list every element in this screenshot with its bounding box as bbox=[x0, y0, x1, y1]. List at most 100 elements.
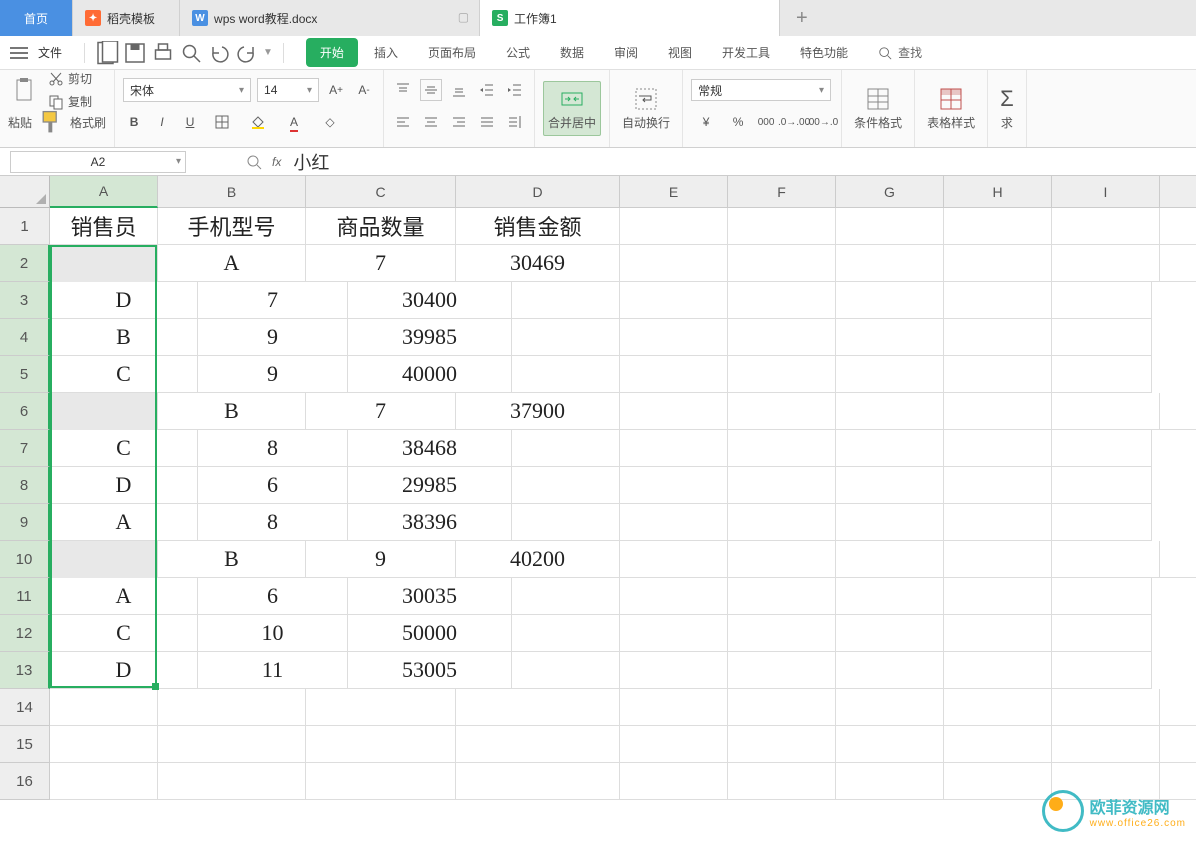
cell-J13[interactable] bbox=[1052, 652, 1152, 689]
fx-search-icon[interactable] bbox=[246, 154, 262, 170]
redo-icon[interactable] bbox=[235, 41, 259, 65]
col-header-H[interactable]: H bbox=[944, 176, 1052, 208]
cell-G10[interactable] bbox=[836, 541, 944, 578]
align-top-icon[interactable] bbox=[392, 79, 414, 101]
cell-C4[interactable]: 9 bbox=[198, 319, 348, 356]
decrease-font-icon[interactable]: A- bbox=[353, 79, 375, 101]
italic-icon[interactable]: I bbox=[151, 111, 173, 133]
new-doc-icon[interactable] bbox=[95, 41, 119, 65]
cell-J6[interactable] bbox=[1160, 393, 1196, 430]
cell-E2[interactable] bbox=[620, 245, 728, 282]
file-menu[interactable]: 文件 bbox=[38, 44, 62, 61]
col-header-A[interactable]: A bbox=[50, 176, 158, 208]
cell-H16[interactable] bbox=[944, 763, 1052, 800]
cell-H1[interactable] bbox=[944, 208, 1052, 245]
cell-D1[interactable]: 销售金额 bbox=[456, 208, 620, 245]
cell-E13[interactable] bbox=[512, 652, 620, 689]
increase-decimal-icon[interactable]: .0→.00 bbox=[783, 111, 805, 133]
cell-I1[interactable] bbox=[1052, 208, 1160, 245]
merge-center-button[interactable]: 合并居中 bbox=[543, 81, 601, 136]
tab-home[interactable]: 首页 bbox=[0, 0, 73, 36]
select-all-corner[interactable] bbox=[0, 176, 50, 208]
cell-B4[interactable]: B bbox=[50, 319, 198, 356]
cell-J5[interactable] bbox=[1052, 356, 1152, 393]
cell-E11[interactable] bbox=[512, 578, 620, 615]
sum-button[interactable]: Σ 求 bbox=[996, 82, 1018, 135]
cell-I15[interactable] bbox=[1052, 726, 1160, 763]
cell-B1[interactable]: 手机型号 bbox=[158, 208, 306, 245]
cell-E4[interactable] bbox=[512, 319, 620, 356]
currency-icon[interactable]: ¥ bbox=[691, 111, 721, 133]
justify-icon[interactable] bbox=[476, 111, 498, 133]
cell-E12[interactable] bbox=[512, 615, 620, 652]
cell-H5[interactable] bbox=[836, 356, 944, 393]
cell-E10[interactable] bbox=[620, 541, 728, 578]
cell-G14[interactable] bbox=[836, 689, 944, 726]
cell-J8[interactable] bbox=[1052, 467, 1152, 504]
menu-special[interactable]: 特色功能 bbox=[786, 38, 862, 67]
paste-button[interactable] bbox=[8, 73, 42, 107]
menu-dev[interactable]: 开发工具 bbox=[708, 38, 784, 67]
cell-I13[interactable] bbox=[944, 652, 1052, 689]
increase-indent-icon[interactable] bbox=[504, 79, 526, 101]
decrease-decimal-icon[interactable]: .00→.0 bbox=[811, 111, 833, 133]
col-header-B[interactable]: B bbox=[158, 176, 306, 208]
cell-D14[interactable] bbox=[456, 689, 620, 726]
menu-insert[interactable]: 插入 bbox=[360, 38, 412, 67]
cell-C7[interactable]: 8 bbox=[198, 430, 348, 467]
cell-B7[interactable]: C bbox=[50, 430, 198, 467]
cell-D7[interactable]: 38468 bbox=[348, 430, 512, 467]
col-header-G[interactable]: G bbox=[836, 176, 944, 208]
bold-icon[interactable]: B bbox=[123, 111, 145, 133]
cell-F16[interactable] bbox=[728, 763, 836, 800]
cell-G9[interactable] bbox=[728, 504, 836, 541]
cell-G1[interactable] bbox=[836, 208, 944, 245]
formula-input[interactable]: 小红 bbox=[281, 149, 329, 175]
cell-J15[interactable] bbox=[1160, 726, 1196, 763]
cell-F15[interactable] bbox=[728, 726, 836, 763]
cell-H12[interactable] bbox=[836, 615, 944, 652]
cell-H2[interactable] bbox=[944, 245, 1052, 282]
cell-I8[interactable] bbox=[944, 467, 1052, 504]
menu-layout[interactable]: 页面布局 bbox=[414, 38, 490, 67]
cell-C9[interactable]: 8 bbox=[198, 504, 348, 541]
cell-I2[interactable] bbox=[1052, 245, 1160, 282]
cell-B11[interactable]: A bbox=[50, 578, 198, 615]
row-header-6[interactable]: 6 bbox=[0, 393, 50, 430]
hamburger-icon[interactable] bbox=[10, 47, 28, 59]
cell-I9[interactable] bbox=[944, 504, 1052, 541]
cell-A15[interactable] bbox=[50, 726, 158, 763]
cell-J9[interactable] bbox=[1052, 504, 1152, 541]
cell-C6[interactable]: 7 bbox=[306, 393, 456, 430]
new-tab-button[interactable]: + bbox=[780, 0, 824, 36]
cell-G12[interactable] bbox=[728, 615, 836, 652]
cell-E9[interactable] bbox=[512, 504, 620, 541]
cell-F11[interactable] bbox=[620, 578, 728, 615]
cell-D10[interactable]: 40200 bbox=[456, 541, 620, 578]
col-header-F[interactable]: F bbox=[728, 176, 836, 208]
cell-G11[interactable] bbox=[728, 578, 836, 615]
preview-icon[interactable] bbox=[179, 41, 203, 65]
cell-F13[interactable] bbox=[620, 652, 728, 689]
cell-J12[interactable] bbox=[1052, 615, 1152, 652]
clear-format-icon[interactable]: ◇ bbox=[315, 111, 345, 133]
cell-J1[interactable] bbox=[1160, 208, 1196, 245]
cell-D15[interactable] bbox=[456, 726, 620, 763]
cell-D4[interactable]: 39985 bbox=[348, 319, 512, 356]
row-header-4[interactable]: 4 bbox=[0, 319, 50, 356]
cell-C13[interactable]: 11 bbox=[198, 652, 348, 689]
cell-B8[interactable]: D bbox=[50, 467, 198, 504]
cell-B16[interactable] bbox=[158, 763, 306, 800]
undo-icon[interactable] bbox=[207, 41, 231, 65]
cell-A16[interactable] bbox=[50, 763, 158, 800]
format-painter-button[interactable] bbox=[38, 109, 64, 135]
cell-C8[interactable]: 6 bbox=[198, 467, 348, 504]
cell-H6[interactable] bbox=[944, 393, 1052, 430]
cell-G6[interactable] bbox=[836, 393, 944, 430]
cell-E7[interactable] bbox=[512, 430, 620, 467]
number-format-select[interactable]: 常规▾ bbox=[691, 79, 831, 101]
cell-F10[interactable] bbox=[728, 541, 836, 578]
cell-A1[interactable]: 销售员 bbox=[50, 208, 158, 245]
cell-G8[interactable] bbox=[728, 467, 836, 504]
row-header-1[interactable]: 1 bbox=[0, 208, 50, 245]
